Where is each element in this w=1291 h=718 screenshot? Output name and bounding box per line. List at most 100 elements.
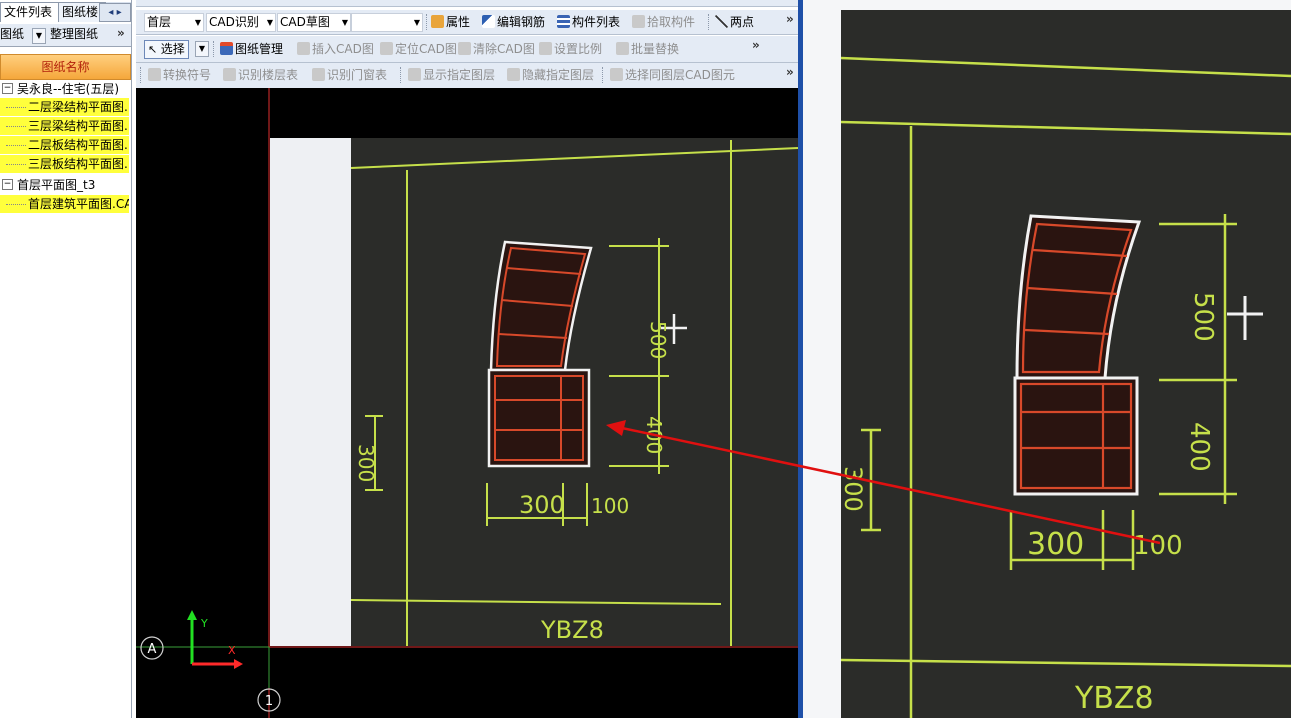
tree-item-drawing[interactable]: 三层梁结构平面图. — [0, 117, 129, 135]
properties-icon — [431, 15, 444, 28]
component-list-label: 构件列表 — [572, 15, 621, 29]
tab-file-list[interactable]: 文件列表 — [0, 2, 60, 22]
hide-layer-button[interactable]: 隐藏指定图层 — [507, 66, 594, 84]
sketch-select-value: CAD草图 — [280, 15, 330, 29]
hide-layer-label: 隐藏指定图层 — [522, 68, 595, 82]
component-list-button[interactable]: 构件列表 — [557, 13, 620, 31]
insert-cad-icon — [297, 42, 310, 55]
zoomed-dim-400: 400 — [1184, 422, 1214, 472]
toolbar-separator — [602, 67, 604, 83]
photo-drawing: 300 100 500 400 300 YBZ8 — [351, 140, 798, 646]
zoomed-dim-500: 500 — [1188, 292, 1218, 342]
edit-rebar-label: 编辑钢筋 — [497, 15, 546, 29]
recognize-door-window-button[interactable]: 识别门窗表 — [312, 66, 387, 84]
recognize-floor-table-button[interactable]: 识别楼层表 — [223, 66, 298, 84]
collapse-icon[interactable]: − — [2, 83, 13, 94]
pick-component-button[interactable]: 拾取构件 — [632, 13, 695, 31]
set-scale-button[interactable]: 设置比例 — [539, 40, 602, 58]
overflow-chevron-icon[interactable]: » — [786, 12, 794, 26]
toolbar-separator — [213, 41, 215, 57]
convert-symbol-button[interactable]: 转换符号 — [148, 66, 211, 84]
component-select[interactable]: ▼ — [351, 13, 423, 32]
floor-select-value: 首层 — [147, 15, 172, 29]
axis-1-label: 1 — [265, 694, 273, 709]
recognize-door-window-label: 识别门窗表 — [327, 68, 388, 82]
overflow-chevron-icon[interactable]: » — [752, 38, 760, 52]
collapse-icon[interactable]: − — [2, 179, 13, 190]
zoomed-dim-300: 300 — [1027, 527, 1084, 562]
viewer-gutter — [803, 0, 841, 718]
edit-rebar-button[interactable]: 编辑钢筋 — [482, 13, 545, 31]
tree-item-label: 首层平面图_t3 — [17, 178, 96, 192]
toolbar-separator — [400, 67, 402, 83]
two-point-icon — [715, 15, 728, 28]
tree-item-drawing[interactable]: 二层板结构平面图. — [0, 136, 129, 154]
overflow-chevron-icon[interactable]: » — [786, 65, 794, 79]
tree-item-drawing[interactable]: 三层板结构平面图. — [0, 155, 129, 173]
floor-select[interactable]: 首层 ▼ — [144, 13, 204, 32]
overflow-chevron-icon[interactable]: » — [117, 26, 125, 40]
two-point-button[interactable]: 两点 — [715, 13, 754, 31]
organize-drawing-button[interactable]: 整理图纸 — [50, 26, 98, 43]
photo-column-label: YBZ8 — [540, 616, 604, 644]
toolbar-separator — [426, 14, 428, 30]
select-button[interactable]: ↖ 选择 — [144, 40, 189, 59]
recognize-floor-table-label: 识别楼层表 — [238, 68, 299, 82]
insert-cad-label: 插入CAD图 — [312, 42, 374, 56]
tree-item-drawing[interactable]: 首层建筑平面图.CA — [0, 195, 129, 213]
drawing-button[interactable]: 图纸 — [0, 26, 24, 43]
chevron-down-icon[interactable]: ▼ — [32, 28, 46, 44]
mode-select-value: CAD识别 — [209, 15, 259, 29]
scale-icon — [539, 42, 552, 55]
axis-x-label: X — [228, 644, 236, 657]
toolbar-separator — [140, 67, 142, 83]
photo-dim-100: 100 — [591, 494, 629, 518]
door-window-icon — [312, 68, 325, 81]
toolbar-top-cut — [136, 0, 798, 7]
select-same-layer-button[interactable]: 选择同图层CAD图元 — [610, 66, 735, 84]
zoomed-column-label: YBZ8 — [1074, 681, 1154, 716]
pick-component-label: 拾取构件 — [647, 15, 696, 29]
floor-table-icon — [223, 68, 236, 81]
convert-symbol-icon — [148, 68, 161, 81]
toolbar-row-3: 转换符号 识别楼层表 识别门窗表 显示指定图层 隐藏指定图层 选择同图层CAD图… — [136, 63, 798, 89]
photo-dim-500: 500 — [646, 321, 670, 359]
locate-cad-label: 定位CAD图 — [395, 42, 457, 56]
locate-cad-button[interactable]: 定位CAD图 — [380, 40, 457, 58]
tree-item-label: 吴永良--住宅(五层) — [17, 82, 120, 96]
drawing-name-column-header[interactable]: 图纸名称 — [0, 54, 131, 80]
clear-cad-label: 清除CAD图 — [473, 42, 535, 56]
clear-cad-button[interactable]: 清除CAD图 — [458, 40, 535, 58]
tree-item-project[interactable]: − 首层平面图_t3 — [0, 176, 129, 194]
toolbar-row-2: ↖ 选择 ▼ 图纸管理 插入CAD图 定位CAD图 清除CAD图 设置比例 批量… — [136, 36, 798, 63]
viewer-toolbar-cut — [803, 0, 1291, 10]
insert-cad-button[interactable]: 插入CAD图 — [297, 40, 374, 58]
clear-cad-icon — [458, 42, 471, 55]
tree-item-label: 二层板结构平面图. — [28, 138, 128, 152]
tree-item-drawing[interactable]: 二层梁结构平面图. — [0, 98, 129, 116]
sketch-select[interactable]: CAD草图 ▼ — [277, 13, 351, 32]
show-layer-icon — [408, 68, 421, 81]
show-layer-button[interactable]: 显示指定图层 — [408, 66, 495, 84]
tree-connector — [6, 126, 26, 127]
batch-replace-button[interactable]: 批量替换 — [616, 40, 679, 58]
mode-select[interactable]: CAD识别 ▼ — [206, 13, 276, 32]
drawing-manage-button[interactable]: 图纸管理 — [220, 40, 283, 58]
batch-replace-label: 批量替换 — [631, 42, 680, 56]
chevron-down-icon[interactable]: ▼ — [195, 41, 209, 57]
photo-dim-400: 400 — [642, 416, 666, 454]
photo-dim-300: 300 — [519, 491, 565, 519]
zoomed-dim-side: 300 — [841, 466, 867, 512]
chevron-down-icon: ▼ — [266, 18, 273, 27]
left-toolbar: 图纸 ▼ 整理图纸 » — [0, 24, 131, 47]
chevron-down-icon: ▼ — [194, 18, 201, 27]
properties-button[interactable]: 属性 — [431, 13, 470, 31]
hide-layer-icon — [507, 68, 520, 81]
tree-item-project[interactable]: − 吴永良--住宅(五层) — [0, 80, 129, 98]
set-scale-label: 设置比例 — [554, 42, 603, 56]
left-tabs: 文件列表 图纸楼 ◂ ▸ — [0, 2, 131, 22]
tab-scroll-arrows[interactable]: ◂ ▸ — [99, 3, 131, 22]
tree-connector — [6, 107, 26, 108]
two-point-label: 两点 — [730, 15, 755, 29]
convert-symbol-label: 转换符号 — [163, 68, 212, 82]
